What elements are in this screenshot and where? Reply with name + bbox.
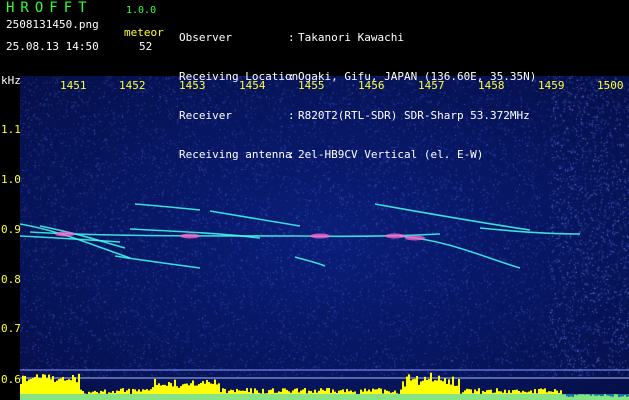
x-tick-label: 1459 bbox=[538, 79, 565, 92]
meteor-head-echo bbox=[55, 231, 75, 237]
x-tick-label: 1456 bbox=[358, 79, 385, 92]
meteor-trace-group bbox=[20, 203, 581, 269]
info-value-antenna: 2el-HB9CV Vertical (el. E-W) bbox=[298, 148, 484, 161]
app-brand: HROFFT bbox=[6, 0, 93, 16]
file-name: 2508131450.png bbox=[6, 18, 99, 31]
y-tick-label: 0.6 bbox=[1, 373, 21, 386]
y-tick-label: 1.1 bbox=[1, 123, 21, 136]
capture-timestamp: 25.08.13 14:50 bbox=[6, 40, 99, 53]
x-tick-label: 1455 bbox=[298, 79, 325, 92]
info-value-receiver: R820T2(RTL-SDR) SDR-Sharp 53.372MHz bbox=[298, 109, 530, 122]
signal-floor bbox=[20, 394, 629, 400]
meteor-trace bbox=[374, 203, 531, 231]
x-tick-label: 1500 bbox=[597, 79, 624, 92]
x-tick-label: 1457 bbox=[418, 79, 445, 92]
meteor-trace bbox=[479, 227, 581, 235]
info-labels: Observer Receiving Location Receiver Rec… bbox=[179, 5, 298, 187]
info-values: Takanori Kawachi Ogaki, Gifu, JAPAN (136… bbox=[298, 5, 536, 187]
y-tick-label: 0.9 bbox=[1, 223, 21, 236]
meteor-trace bbox=[209, 210, 301, 227]
meteor-trace bbox=[399, 235, 521, 269]
info-label-receiver: Receiver bbox=[179, 109, 232, 122]
y-tick-label: 0.8 bbox=[1, 273, 21, 286]
y-tick-label: 1.0 bbox=[1, 173, 21, 186]
info-label-antenna: Receiving antenna bbox=[179, 148, 292, 161]
info-label-observer: Observer bbox=[179, 31, 232, 44]
info-value-observer: Takanori Kawachi bbox=[298, 31, 404, 44]
meteor-trace bbox=[114, 255, 201, 269]
meteor-trace bbox=[294, 256, 326, 267]
meteor-head-echo bbox=[180, 233, 200, 239]
meteor-head-echo bbox=[310, 233, 330, 239]
x-tick-label: 1454 bbox=[239, 79, 266, 92]
x-tick-label: 1452 bbox=[119, 79, 146, 92]
x-tick-label: 1458 bbox=[478, 79, 505, 92]
x-tick-label: 1453 bbox=[179, 79, 206, 92]
signal-strength-strip bbox=[20, 372, 629, 400]
meteor-count-label: meteor bbox=[124, 26, 164, 39]
y-tick-label: 0.7 bbox=[1, 322, 21, 335]
meteor-count-value: 52 bbox=[139, 40, 153, 53]
meteor-head-echo bbox=[405, 235, 425, 241]
app-version: 1.0.0 bbox=[126, 5, 157, 16]
meteor-head-echo bbox=[385, 233, 405, 239]
meteor-trace bbox=[134, 203, 201, 211]
x-tick-label: 1451 bbox=[60, 79, 87, 92]
y-axis-unit: kHz bbox=[1, 74, 21, 87]
reference-lines bbox=[20, 369, 629, 379]
hrofft-screen: HROFFT 1.0.0 2508131450.png 25.08.13 14:… bbox=[0, 0, 629, 400]
